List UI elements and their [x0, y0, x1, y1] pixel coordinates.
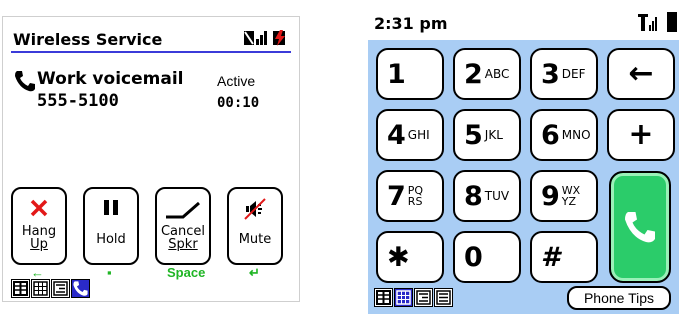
key-letters: GHI: [407, 128, 430, 142]
list-icon: [53, 281, 68, 296]
speaker-icon: [166, 201, 200, 219]
view-tabs: [374, 288, 454, 308]
key-0[interactable]: 0: [453, 231, 521, 283]
key-6[interactable]: 6 MNO: [530, 109, 598, 161]
key-digit: 7: [387, 180, 406, 212]
tab-call-log[interactable]: [414, 288, 433, 307]
grid-icon: [13, 281, 28, 296]
call-screen: Wireless Service Work voicemail 555-5100…: [2, 16, 300, 302]
tab-notes[interactable]: [434, 288, 453, 307]
pause-icon: [104, 200, 118, 215]
view-tabs: [11, 279, 91, 299]
cancel-speaker-label-2: Spkr: [168, 237, 198, 252]
call-timer: 00:10: [217, 95, 260, 111]
key-digit: 8: [464, 180, 483, 212]
key-plus[interactable]: +: [607, 109, 675, 161]
key-7[interactable]: 7 PQ RS: [376, 170, 444, 222]
key-digit: 6: [541, 119, 560, 151]
key-letters: WX YZ: [560, 185, 580, 207]
mute-label: Mute: [238, 232, 272, 247]
key-5[interactable]: 5 JKL: [453, 109, 521, 161]
key-letters-bottom: YZ: [561, 195, 577, 208]
hold-shortcut-hint: ▪: [107, 265, 112, 280]
enter-shortcut-hint: ↵: [249, 265, 260, 280]
backspace-button[interactable]: ←: [607, 48, 675, 100]
call-status: Active: [217, 73, 256, 89]
grid-icon: [376, 290, 391, 305]
dialpad-screen: 2:31 pm 1 2 ABC 3 DEF ← 4 GHI 5 JKL 6 MN…: [368, 4, 679, 314]
key-digit: 1: [387, 58, 406, 90]
clock: 2:31 pm: [374, 14, 448, 33]
key-9[interactable]: 9 WX YZ: [530, 170, 598, 222]
key-3[interactable]: 3 DEF: [530, 48, 598, 100]
backspace-icon: ←: [628, 56, 654, 91]
key-digit: +: [628, 117, 654, 152]
key-digit: 9: [541, 180, 560, 212]
key-letters: JKL: [484, 128, 503, 142]
hold-label: Hold: [96, 232, 126, 247]
signal-strength-icon: [244, 31, 267, 45]
mute-icon: [244, 198, 266, 220]
lines-icon: [436, 290, 451, 305]
hang-up-label-2: Up: [30, 237, 48, 252]
key-letters-bottom: RS: [407, 195, 423, 208]
key-star[interactable]: ✱: [376, 231, 444, 283]
key-letters: ABC: [484, 67, 510, 81]
phone-handset-icon: [73, 281, 88, 296]
hang-up-shortcut-hint: ←: [31, 265, 44, 280]
hang-up-button[interactable]: Hang Up: [11, 187, 67, 265]
key-digit: 4: [387, 119, 406, 151]
phone-handset-icon: [15, 71, 35, 92]
keypad-icon: [33, 281, 48, 296]
key-digit: 5: [464, 119, 483, 151]
battery-icon: [273, 30, 285, 46]
keypad-icon: [396, 290, 411, 305]
key-letters: PQ RS: [406, 185, 423, 207]
tab-favorites[interactable]: [374, 288, 393, 307]
key-letters: DEF: [561, 67, 586, 81]
header-bar: Wireless Service: [11, 27, 291, 53]
key-digit: 3: [541, 58, 560, 90]
space-shortcut-hint: Space: [167, 265, 206, 280]
tab-dialpad[interactable]: [394, 288, 413, 307]
key-pound[interactable]: #: [530, 231, 598, 283]
phone-handset-icon: [625, 212, 655, 243]
mute-button[interactable]: Mute: [227, 187, 283, 265]
key-digit: ✱: [387, 241, 410, 273]
contact-name: Work voicemail: [37, 69, 184, 89]
header-title: Wireless Service: [13, 30, 163, 49]
key-letters: TUV: [484, 189, 510, 203]
signal-strength-icon: [638, 14, 657, 31]
status-bar: 2:31 pm: [368, 4, 679, 40]
key-digit: 0: [464, 241, 483, 273]
key-4[interactable]: 4 GHI: [376, 109, 444, 161]
dial-button[interactable]: [609, 171, 671, 283]
key-1[interactable]: 1: [376, 48, 444, 100]
tab-call-log[interactable]: [51, 279, 70, 298]
hold-button[interactable]: Hold: [83, 187, 139, 265]
key-letters: MNO: [561, 128, 591, 142]
tab-active-call[interactable]: [71, 279, 90, 298]
tab-dialpad[interactable]: [31, 279, 50, 298]
cancel-speaker-button[interactable]: Cancel Spkr: [155, 187, 211, 265]
x-icon: [30, 199, 48, 217]
key-2[interactable]: 2 ABC: [453, 48, 521, 100]
tab-favorites[interactable]: [11, 279, 30, 298]
key-digit: 2: [464, 58, 483, 90]
key-8[interactable]: 8 TUV: [453, 170, 521, 222]
phone-tips-button[interactable]: Phone Tips: [567, 286, 671, 310]
phone-number: 555-5100: [37, 91, 119, 111]
list-icon: [416, 290, 431, 305]
key-digit: #: [541, 241, 560, 273]
battery-icon: [667, 12, 677, 32]
